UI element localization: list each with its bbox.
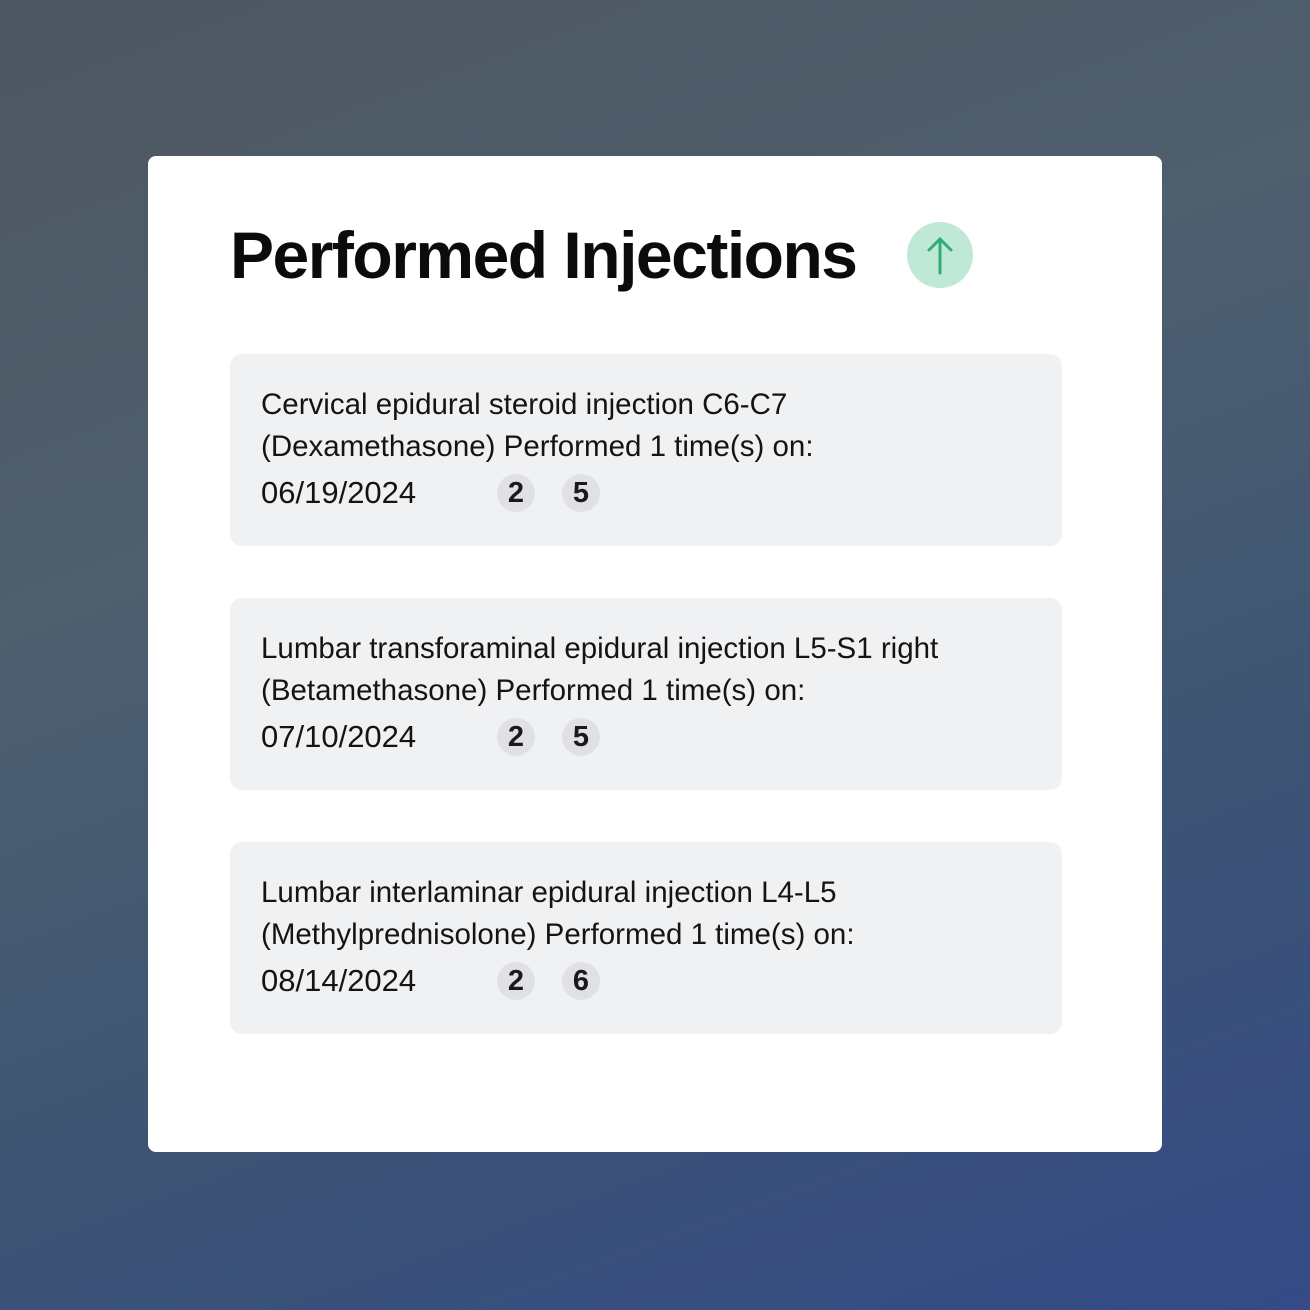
count-badge[interactable]: 6 <box>562 962 600 1000</box>
count-badge[interactable]: 5 <box>562 718 600 756</box>
count-badge[interactable]: 2 <box>497 474 535 512</box>
injection-date: 08/14/2024 <box>261 963 417 998</box>
injection-date: 07/10/2024 <box>261 719 417 754</box>
injection-footer: 06/19/2024 2 5 <box>261 470 1032 516</box>
injection-description: Lumbar interlaminar epidural injection L… <box>261 872 1032 956</box>
injection-medication: (Methylprednisolone) Performed 1 time(s)… <box>261 918 855 951</box>
injection-procedure: Lumbar transforaminal epidural injection… <box>261 632 939 665</box>
injection-procedure: Lumbar interlaminar epidural injection L… <box>261 876 837 909</box>
arrow-up-icon <box>927 237 952 275</box>
injection-procedure: Cervical epidural steroid injection C6-C… <box>261 388 788 421</box>
injection-item[interactable]: Lumbar interlaminar epidural injection L… <box>230 842 1062 1034</box>
injection-item[interactable]: Cervical epidural steroid injection C6-C… <box>230 354 1062 546</box>
count-badge[interactable]: 2 <box>497 718 535 756</box>
injection-description: Cervical epidural steroid injection C6-C… <box>261 384 1032 468</box>
injection-description: Lumbar transforaminal epidural injection… <box>261 628 1032 712</box>
injection-footer: 08/14/2024 2 6 <box>261 958 1032 1004</box>
sort-ascending-button[interactable] <box>906 222 973 288</box>
injection-item[interactable]: Lumbar transforaminal epidural injection… <box>230 598 1062 790</box>
injection-list: Cervical epidural steroid injection C6-C… <box>230 354 1062 1086</box>
injection-medication: (Betamethasone) Performed 1 time(s) on: <box>261 674 806 707</box>
page-title: Performed Injections <box>230 218 858 292</box>
injection-footer: 07/10/2024 2 5 <box>261 714 1032 760</box>
card-header: Performed Injections <box>230 220 973 290</box>
injection-medication: (Dexamethasone) Performed 1 time(s) on: <box>261 430 814 463</box>
count-badge[interactable]: 2 <box>497 962 535 1000</box>
count-badge[interactable]: 5 <box>562 474 600 512</box>
injections-card: Performed Injections Cervical epidural s… <box>148 156 1162 1152</box>
injection-date: 06/19/2024 <box>261 475 417 510</box>
